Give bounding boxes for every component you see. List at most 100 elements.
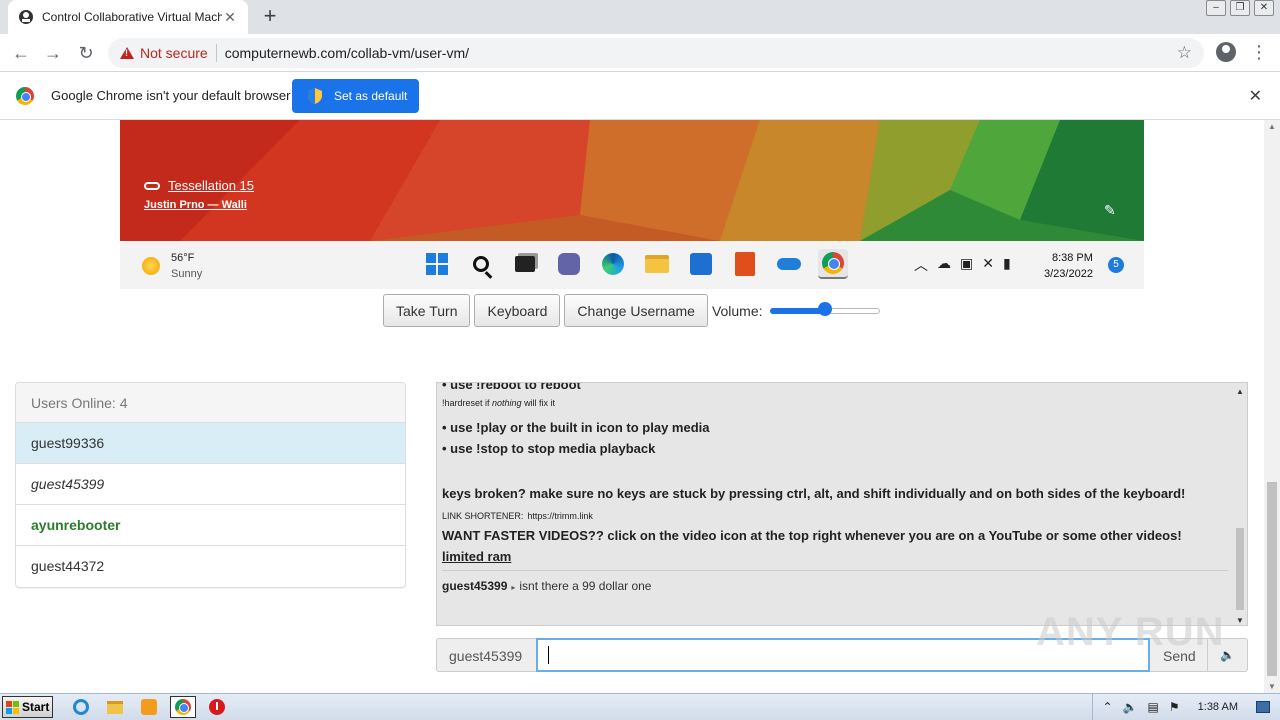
volume-muted-icon[interactable]: ✕: [982, 255, 994, 275]
sun-icon: [142, 257, 160, 275]
task-view-icon[interactable]: [510, 249, 540, 279]
arrow-icon: ▸: [511, 583, 516, 592]
limited-ram-link[interactable]: limited ram: [442, 549, 1232, 564]
scroll-up-icon[interactable]: ▲: [1236, 387, 1244, 396]
file-explorer-icon[interactable]: [642, 249, 672, 279]
volume-slider-handle[interactable]: [817, 301, 832, 316]
chat-message: guest45399 ▸ isnt there a 99 dollar one: [442, 570, 1228, 593]
chat-panel[interactable]: • use !reboot to reboot !hardreset if no…: [436, 382, 1248, 626]
link-shortener-link[interactable]: https://trimm.link: [527, 511, 593, 521]
default-browser-infobar: Google Chrome isn't your default browser…: [0, 72, 1280, 120]
restore-button[interactable]: ❐: [1230, 0, 1250, 16]
edit-pencil-icon[interactable]: ✎: [1104, 202, 1116, 219]
divider: [215, 44, 217, 62]
chat-line: LINK SHORTENER: https://trimm.link: [442, 507, 1232, 522]
security-label[interactable]: Not secure: [140, 45, 208, 61]
list-item[interactable]: guest44372: [16, 546, 405, 587]
list-item[interactable]: guest45399: [16, 464, 405, 505]
set-as-default-button[interactable]: Set as default: [292, 79, 419, 113]
list-item[interactable]: guest99336: [16, 423, 405, 464]
chat-message-user: guest45399: [442, 579, 508, 593]
page-scrollbar[interactable]: ▲ ▼: [1264, 120, 1280, 693]
close-window-button[interactable]: ✕: [1254, 0, 1274, 16]
wallpaper-name: Tessellation 15: [168, 178, 254, 193]
users-online-panel: Users Online: 4 guest99336 guest45399 ay…: [15, 382, 406, 588]
address-bar[interactable]: Not secure computernewb.com/collab-vm/us…: [108, 38, 1204, 68]
chrome-taskbar-icon[interactable]: [170, 696, 196, 718]
vm-clock[interactable]: 8:38 PM 3/23/2022: [1044, 250, 1093, 282]
scroll-down-icon[interactable]: ▼: [1236, 616, 1244, 625]
os-taskbar-apps: [68, 696, 230, 718]
volume-slider[interactable]: [769, 301, 880, 316]
os-clock[interactable]: 1:38 AM: [1198, 701, 1238, 713]
chat-line: • use !stop to stop media playback: [442, 441, 656, 456]
chat-line: • use !play or the built in icon to play…: [442, 420, 710, 435]
scroll-down-icon[interactable]: ▼: [1268, 682, 1276, 691]
tab-title: Control Collaborative Virtual Machine: [42, 10, 222, 24]
vm-screen[interactable]: Tessellation 15 Justin Prno — Walli ✎ 56…: [120, 120, 1144, 289]
action-center-flag-icon[interactable]: ⚑: [1169, 700, 1180, 714]
chat-scroll-thumb[interactable]: [1236, 528, 1244, 610]
edge-icon[interactable]: [598, 249, 628, 279]
chat-scrollbar[interactable]: ▲ ▼: [1233, 383, 1247, 625]
start-button[interactable]: Start: [2, 696, 53, 718]
wallpaper-tessellation: [120, 120, 1144, 241]
chat-emphasis: nothing: [492, 398, 522, 408]
os-taskbar: Start ⌃ 🔈 ▤ ⚑ 1:38 AM: [0, 693, 1280, 720]
teams-chat-icon[interactable]: [554, 249, 584, 279]
chat-text: !hardreset if: [442, 398, 493, 408]
wallpaper-author[interactable]: Justin Prno — Walli: [144, 199, 254, 211]
infobar-close-icon[interactable]: ✕: [1249, 86, 1262, 106]
change-username-button[interactable]: Change Username: [564, 294, 708, 327]
tab-close-icon[interactable]: ✕: [222, 9, 238, 26]
chat-line: keys broken? make sure no keys are stuck…: [442, 486, 1186, 501]
windows-start-icon[interactable]: [422, 249, 452, 279]
list-item[interactable]: ayunrebooter: [16, 505, 405, 546]
chat-username-label: guest45399: [436, 638, 536, 672]
chat-log: • use !reboot to reboot !hardreset if no…: [442, 382, 1232, 593]
network-icon[interactable]: ▣: [960, 255, 973, 275]
vm-clock-date: 3/23/2022: [1044, 268, 1093, 280]
take-turn-button[interactable]: Take Turn: [383, 294, 471, 327]
windows-explorer-icon[interactable]: [102, 696, 128, 718]
scroll-up-icon[interactable]: ▲: [1268, 122, 1276, 131]
page-scroll-thumb[interactable]: [1267, 482, 1277, 676]
network-icon[interactable]: ▤: [1148, 700, 1159, 714]
bookmark-star-icon[interactable]: ☆: [1177, 43, 1192, 63]
wallpaper-credit: Tessellation 15 Justin Prno — Walli: [144, 178, 254, 211]
chat-line: !hardreset if nothing will fix it: [442, 398, 1232, 408]
forward-icon[interactable]: →: [40, 40, 66, 66]
page-content: Tessellation 15 Justin Prno — Walli ✎ 56…: [0, 120, 1264, 693]
keyboard-button[interactable]: Keyboard: [474, 294, 561, 327]
reload-icon[interactable]: ↻: [73, 40, 99, 66]
back-icon[interactable]: ←: [8, 40, 34, 66]
onedrive-icon[interactable]: [774, 249, 804, 279]
cloud-icon[interactable]: ☁: [937, 255, 951, 275]
volume-icon[interactable]: 🔈: [1123, 700, 1138, 714]
stop-icon[interactable]: [204, 696, 230, 718]
browser-tab[interactable]: Control Collaborative Virtual Machine ✕: [8, 0, 248, 34]
menu-kebab-icon[interactable]: ⋮: [1250, 43, 1268, 61]
warning-icon: [120, 47, 134, 59]
chrome-icon[interactable]: [818, 249, 848, 279]
os-system-tray: ⌃ 🔈 ▤ ⚑ 1:38 AM: [1091, 694, 1280, 720]
vm-clock-time: 8:38 PM: [1051, 252, 1093, 264]
battery-icon[interactable]: ▮: [1003, 255, 1011, 275]
search-icon[interactable]: [466, 249, 496, 279]
media-player-icon[interactable]: [136, 696, 162, 718]
weather-widget[interactable]: 56°F Sunny: [142, 250, 202, 282]
notification-badge[interactable]: 5: [1108, 257, 1124, 273]
chat-line: • use !reboot to reboot: [442, 382, 581, 392]
internet-explorer-icon[interactable]: [68, 696, 94, 718]
show-desktop-icon[interactable]: [1256, 701, 1270, 713]
url-text[interactable]: computernewb.com/collab-vm/user-vm/: [225, 45, 1177, 61]
wallpaper-name-link[interactable]: Tessellation 15: [144, 178, 254, 193]
tray-expand-icon[interactable]: ⌃: [1103, 700, 1113, 714]
microsoft-store-icon[interactable]: [686, 249, 716, 279]
vm-system-tray: ︿ ☁ ▣ ✕ ▮: [914, 255, 1011, 275]
profile-icon[interactable]: [1216, 42, 1236, 62]
new-tab-button[interactable]: +: [258, 5, 282, 29]
office-icon[interactable]: [730, 249, 760, 279]
chevron-up-icon[interactable]: ︿: [914, 255, 928, 275]
minimize-button[interactable]: –: [1206, 0, 1226, 16]
